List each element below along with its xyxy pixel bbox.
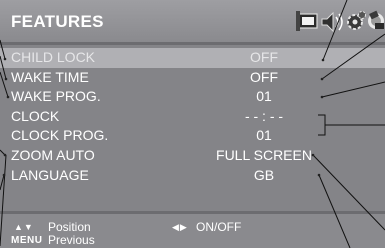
install-icon[interactable] xyxy=(368,10,384,29)
menu-item-value: OFF xyxy=(250,49,278,65)
sound-icon[interactable] xyxy=(321,11,343,33)
menu-item-value: 01 xyxy=(256,127,272,143)
menu-header: FEATURES xyxy=(0,0,385,42)
up-down-arrows-icon: ▲▼ xyxy=(14,222,34,232)
menu-item-language[interactable]: LANGUAGE GB xyxy=(0,166,385,186)
menu-icons xyxy=(296,10,384,33)
menu-item-label: LANGUAGE xyxy=(11,167,89,183)
menu-item-value: 01 xyxy=(256,88,272,104)
menu-item-label: WAKE TIME xyxy=(11,69,89,85)
features-icon[interactable] xyxy=(347,11,366,30)
menu-title: FEATURES xyxy=(11,12,104,31)
menu-item-label: ZOOM AUTO xyxy=(11,147,95,163)
menu-item-value: FULL SCREEN xyxy=(216,147,312,163)
menu-item-wake-prog[interactable]: WAKE PROG. 01 xyxy=(0,87,385,107)
footer-onoff-label: ON/OFF xyxy=(196,220,242,234)
menu-footer: ▲▼ Position ◀▶ ON/OFF MENU Previous xyxy=(0,214,385,248)
picture-icon[interactable] xyxy=(296,11,318,31)
menu-item-zoom-auto[interactable]: ZOOM AUTO FULL SCREEN xyxy=(0,146,385,166)
left-right-arrows-icon: ◀▶ xyxy=(172,222,188,232)
menu-item-child-lock[interactable]: CHILD LOCK OFF xyxy=(0,48,385,68)
menu-key-label: MENU xyxy=(11,235,43,246)
menu-item-value: OFF xyxy=(250,69,278,85)
menu-item-value: GB xyxy=(253,167,275,183)
menu-item-wake-time[interactable]: WAKE TIME OFF xyxy=(0,68,385,88)
menu-item-value: - - : - - xyxy=(244,108,284,124)
menu-item-label: CLOCK xyxy=(11,108,60,124)
features-menu-screen: FEATURES CHILD LOCK OFF WAKE TIME OFF WA… xyxy=(0,0,385,248)
footer-position-label: Position xyxy=(48,220,91,234)
header-divider xyxy=(0,42,385,45)
menu-item-label: CLOCK PROG. xyxy=(11,127,109,143)
menu-item-label: WAKE PROG. xyxy=(11,88,101,104)
menu-item-clock[interactable]: CLOCK - - : - - xyxy=(0,107,385,127)
footer-previous-label: Previous xyxy=(48,233,95,247)
menu-item-clock-prog[interactable]: CLOCK PROG. 01 xyxy=(0,126,385,146)
menu-item-label: CHILD LOCK xyxy=(11,49,96,65)
